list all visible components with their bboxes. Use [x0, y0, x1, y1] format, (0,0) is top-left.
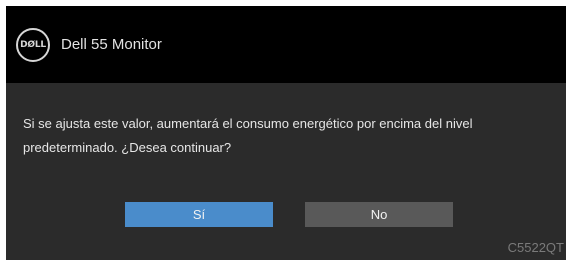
- yes-button[interactable]: Sí: [125, 202, 273, 227]
- message-line-1: Si se ajusta este valor, aumentará el co…: [23, 116, 473, 131]
- dell-logo-text: DØLL: [20, 40, 46, 50]
- monitor-title: Dell 55 Monitor: [61, 36, 162, 53]
- dell-logo-icon: DØLL: [16, 28, 50, 62]
- osd-dialog: DØLL Dell 55 Monitor Si se ajusta este v…: [6, 6, 566, 260]
- message-line-2: predeterminado. ¿Desea continuar?: [23, 140, 232, 155]
- confirmation-message: Si se ajusta este valor, aumentará el co…: [23, 112, 563, 160]
- model-number: C5522QT: [507, 240, 564, 255]
- osd-header: DØLL Dell 55 Monitor: [6, 6, 566, 83]
- no-button[interactable]: No: [305, 202, 453, 227]
